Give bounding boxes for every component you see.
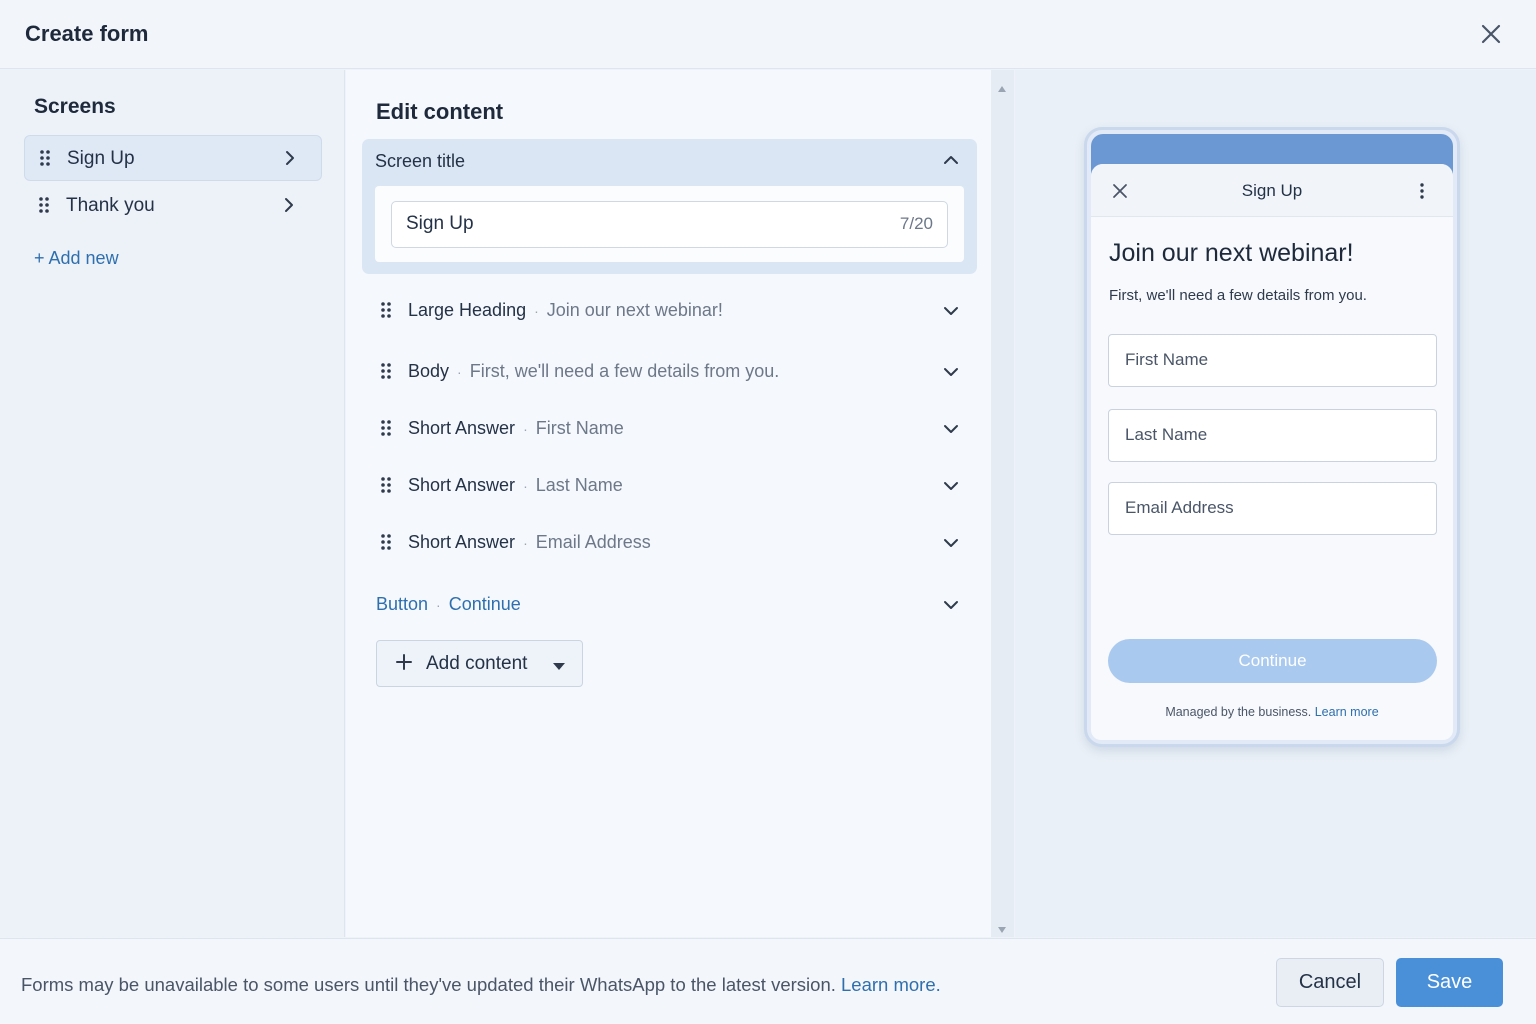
character-counter: 7/20 <box>899 214 933 233</box>
chevron-down-icon[interactable] <box>942 478 960 499</box>
close-icon[interactable] <box>1477 20 1505 48</box>
separator: · <box>523 535 528 551</box>
content-row-button[interactable]: Button · Continue <box>376 585 966 625</box>
preview-top-bar: Sign Up <box>1091 164 1453 217</box>
preview-screen-title: Sign Up <box>1241 181 1303 200</box>
preview-panel: Sign Up Join our next webinar! First, we… <box>1015 70 1536 937</box>
drag-handle-icon[interactable] <box>39 149 51 172</box>
screen-item-label: Thank you <box>66 195 155 216</box>
caret-down-icon <box>552 659 566 677</box>
preview-body-text: First, we'll need a few details from you… <box>1109 287 1367 304</box>
content-description: First, we'll need a few details from you… <box>469 361 780 381</box>
screen-title-value: Sign Up <box>406 213 474 234</box>
phone-preview: Sign Up Join our next webinar! First, we… <box>1084 127 1460 747</box>
drag-handle-icon[interactable] <box>380 419 392 442</box>
more-options-icon[interactable] <box>1419 182 1425 205</box>
separator: · <box>457 364 462 380</box>
chevron-down-icon[interactable] <box>942 421 960 442</box>
screen-item-sign-up[interactable]: Sign Up <box>24 135 322 181</box>
separator: · <box>436 597 441 613</box>
cancel-button[interactable]: Cancel <box>1276 958 1384 1007</box>
learn-more-link[interactable]: Learn more. <box>841 974 941 995</box>
preview-heading: Join our next webinar! <box>1109 239 1354 267</box>
content-row-large-heading[interactable]: Large Heading · Join our next webinar! <box>376 291 966 331</box>
edit-content-title: Edit content <box>376 99 504 124</box>
modal-footer: Forms may be unavailable to some users u… <box>0 938 1536 1024</box>
preview-email-field[interactable]: Email Address <box>1108 482 1437 535</box>
add-content-button[interactable]: Add content <box>376 640 583 687</box>
plus-icon <box>395 651 413 678</box>
separator: · <box>523 421 528 437</box>
save-button[interactable]: Save <box>1396 958 1503 1007</box>
content-type-label: Body <box>408 361 450 381</box>
chevron-right-icon <box>282 197 296 218</box>
chevron-down-icon[interactable] <box>942 597 960 618</box>
screen-title-section: Screen title Sign Up 7/20 <box>362 139 977 274</box>
content-type-label: Short Answer <box>408 418 516 438</box>
content-description: Last Name <box>535 475 623 495</box>
chevron-down-icon[interactable] <box>942 535 960 556</box>
screen-title-input[interactable]: Sign Up 7/20 <box>391 201 948 248</box>
content-type-label: Short Answer <box>408 475 516 495</box>
phone-screen: Sign Up Join our next webinar! First, we… <box>1091 164 1453 740</box>
modal-title: Create form <box>25 21 149 46</box>
preview-last-name-field[interactable]: Last Name <box>1108 409 1437 462</box>
chevron-down-icon[interactable] <box>942 364 960 385</box>
content-row-body[interactable]: Body · First, we'll need a few details fro… <box>376 352 966 392</box>
drag-handle-icon[interactable] <box>380 301 392 324</box>
drag-handle-icon[interactable] <box>38 196 50 219</box>
preview-continue-button[interactable]: Continue <box>1108 639 1437 683</box>
screen-item-thank-you[interactable]: Thank you <box>24 183 322 229</box>
preview-first-name-field[interactable]: First Name <box>1108 334 1437 387</box>
add-content-label: Add content <box>426 653 528 674</box>
content-type-label: Large Heading <box>408 300 527 320</box>
learn-more-link[interactable]: Learn more <box>1315 705 1379 719</box>
compatibility-note: Forms may be unavailable to some users u… <box>21 974 941 996</box>
chevron-right-icon <box>283 150 297 171</box>
screen-item-label: Sign Up <box>67 148 135 169</box>
separator: · <box>523 478 528 494</box>
scrollbar[interactable] <box>991 70 1014 937</box>
add-new-screen-link[interactable]: + Add new <box>34 248 119 269</box>
preview-footer: Managed by the business. Learn more <box>1091 705 1453 719</box>
content-row-short-answer-first-name[interactable]: Short Answer · First Name <box>376 409 966 449</box>
chevron-down-icon[interactable] <box>942 303 960 324</box>
screen-title-body: Sign Up 7/20 <box>375 186 964 262</box>
compatibility-note-text: Forms may be unavailable to some users u… <box>21 974 836 995</box>
scroll-up-icon[interactable] <box>997 80 1007 98</box>
chevron-up-icon[interactable] <box>942 151 960 174</box>
drag-handle-icon[interactable] <box>380 362 392 385</box>
managed-by-text: Managed by the business. <box>1165 705 1312 719</box>
screen-title-label: Screen title <box>375 151 466 171</box>
content-type-label: Button <box>376 594 429 614</box>
drag-handle-icon[interactable] <box>380 533 392 556</box>
field-placeholder: First Name <box>1125 350 1209 369</box>
content-type-label: Short Answer <box>408 532 516 552</box>
content-row-short-answer-last-name[interactable]: Short Answer · Last Name <box>376 466 966 506</box>
drag-handle-icon[interactable] <box>380 476 392 499</box>
content-row-short-answer-email[interactable]: Short Answer · Email Address <box>376 523 966 563</box>
content-description: Email Address <box>535 532 651 552</box>
content-description: First Name <box>535 418 624 438</box>
screens-panel: Screens Sign Up Thank you + Add new <box>0 70 345 937</box>
edit-content-panel: Edit content Screen title Sign Up 7/20 L… <box>346 70 991 937</box>
field-placeholder: Email Address <box>1125 498 1234 517</box>
field-placeholder: Last Name <box>1125 425 1208 444</box>
scroll-down-icon[interactable] <box>997 921 1007 939</box>
modal-header: Create form <box>0 0 1536 69</box>
content-description: Join our next webinar! <box>546 300 723 320</box>
screens-title: Screens <box>34 95 116 118</box>
content-description: Continue <box>448 594 521 614</box>
separator: · <box>534 303 539 319</box>
